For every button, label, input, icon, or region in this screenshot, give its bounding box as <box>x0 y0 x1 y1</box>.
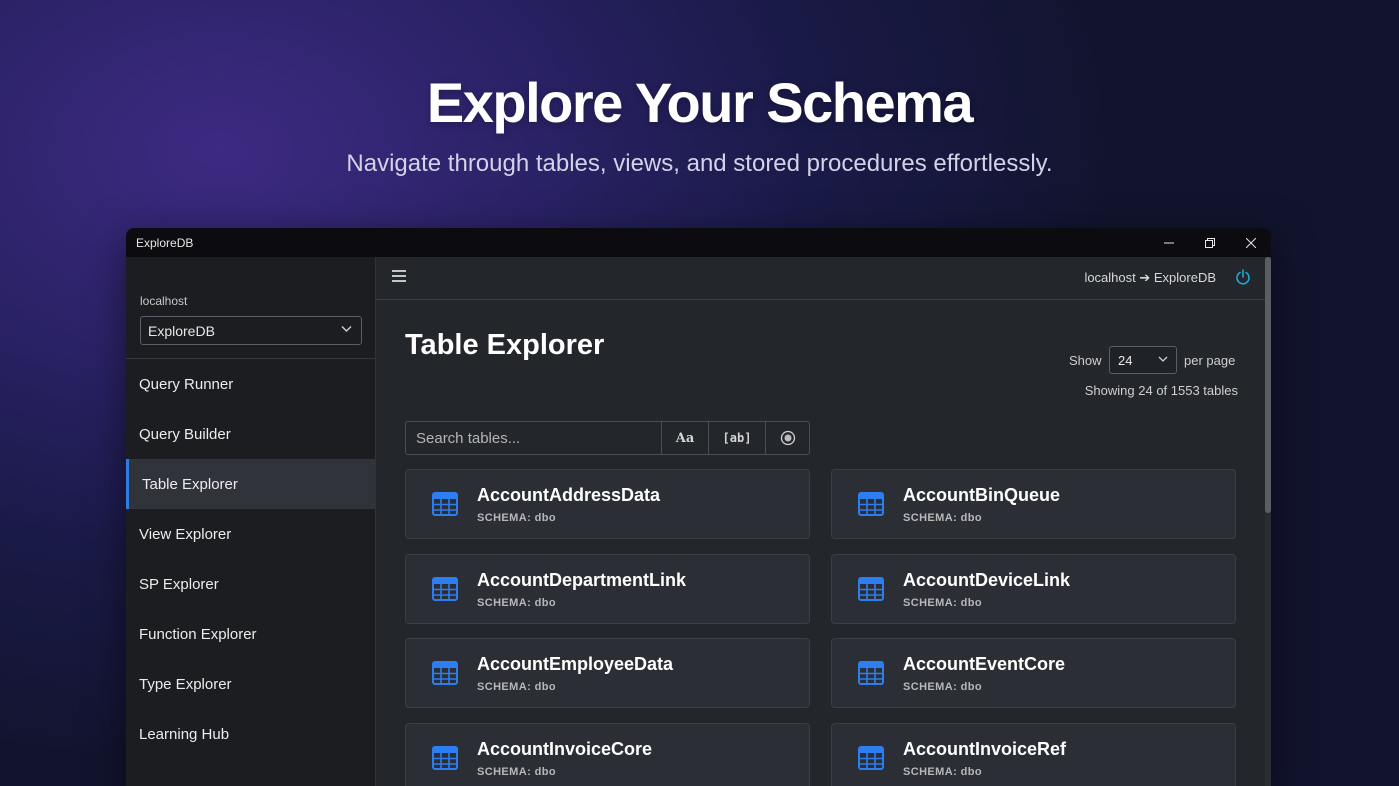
table-icon <box>432 745 458 770</box>
search-input[interactable]: Search tables... <box>406 422 662 454</box>
results-count: Showing 24 of 1553 tables <box>1084 383 1238 398</box>
chevron-down-icon <box>1158 356 1168 362</box>
table-card[interactable]: AccountAddressData SCHEMA: dbo <box>405 469 810 539</box>
table-name: AccountDeviceLink <box>903 569 1071 590</box>
sidebar-nav: Query Runner Query Builder Table Explore… <box>126 359 375 759</box>
database-select[interactable]: ExploreDB <box>140 316 362 345</box>
restore-button[interactable] <box>1189 228 1230 257</box>
window-title: ExploreDB <box>136 235 194 250</box>
hero-title: Explore Your Schema <box>426 71 974 134</box>
minimize-button[interactable] <box>1148 228 1189 257</box>
table-card[interactable]: AccountEventCore SCHEMA: dbo <box>831 638 1236 708</box>
minimize-icon <box>1163 242 1174 243</box>
power-icon[interactable] <box>1235 269 1251 285</box>
sidebar-item-function-explorer[interactable]: Function Explorer <box>126 609 375 659</box>
table-icon <box>858 661 884 685</box>
table-icon <box>858 576 884 601</box>
table-name: AccountInvoiceCore <box>477 738 653 759</box>
whole-word-button[interactable]: [ab] <box>709 422 766 454</box>
table-icon <box>432 661 458 685</box>
connection-label: localhost ➔ ExploreDB <box>1084 270 1216 285</box>
database-select-value: ExploreDB <box>148 322 215 339</box>
sidebar-item-table-explorer[interactable]: Table Explorer <box>126 459 375 509</box>
table-icon <box>858 492 884 516</box>
table-card[interactable]: AccountBinQueue SCHEMA: dbo <box>831 469 1236 539</box>
restore-icon <box>1204 237 1215 248</box>
table-icon <box>432 492 458 516</box>
sidebar: localhost ExploreDB Query Runner Query B… <box>126 257 376 786</box>
sidebar-item-sp-explorer[interactable]: SP Explorer <box>126 559 375 609</box>
table-schema: SCHEMA: dbo <box>477 512 556 524</box>
table-name: AccountBinQueue <box>903 485 1061 505</box>
sidebar-item-learning-hub[interactable]: Learning Hub <box>126 709 375 759</box>
title-bar: ExploreDB <box>126 228 1271 257</box>
target-icon <box>780 430 795 446</box>
per-page-label: per page <box>1184 353 1236 368</box>
table-card[interactable]: AccountInvoiceRef SCHEMA: dbo <box>831 722 1236 786</box>
close-button[interactable] <box>1230 228 1271 257</box>
table-name: AccountInvoiceRef <box>903 738 1067 759</box>
scrollbar-thumb[interactable] <box>1265 257 1271 513</box>
regex-button[interactable] <box>766 422 809 454</box>
table-name: AccountEmployeeData <box>477 654 674 674</box>
per-page-select[interactable]: 24 <box>1109 346 1177 374</box>
table-icon <box>858 745 884 770</box>
page-title: Table Explorer <box>405 329 605 361</box>
sidebar-item-query-builder[interactable]: Query Builder <box>126 409 375 459</box>
search-group: Search tables... Aa [ab] <box>405 421 810 455</box>
table-card[interactable]: AccountDepartmentLink SCHEMA: dbo <box>405 553 810 624</box>
server-label: localhost <box>140 294 188 308</box>
table-schema: SCHEMA: dbo <box>903 512 982 524</box>
main-content: localhost ➔ ExploreDB Table Explorer Sho… <box>376 257 1271 786</box>
show-label: Show <box>1069 353 1102 368</box>
match-case-button[interactable]: Aa <box>662 422 709 454</box>
per-page-value: 24 <box>1118 353 1133 368</box>
table-schema: SCHEMA: dbo <box>903 765 982 778</box>
table-name: AccountAddressData <box>477 485 661 505</box>
table-name: AccountEventCore <box>903 654 1066 674</box>
table-card[interactable]: AccountInvoiceCore SCHEMA: dbo <box>405 722 810 786</box>
sidebar-item-type-explorer[interactable]: Type Explorer <box>126 659 375 709</box>
table-icon <box>432 576 458 601</box>
close-icon <box>1245 237 1256 248</box>
table-schema: SCHEMA: dbo <box>477 681 556 693</box>
chevron-down-icon <box>341 326 352 332</box>
table-schema: SCHEMA: dbo <box>477 596 556 609</box>
table-schema: SCHEMA: dbo <box>477 765 556 778</box>
table-schema: SCHEMA: dbo <box>903 596 982 609</box>
table-card[interactable]: AccountDeviceLink SCHEMA: dbo <box>831 553 1236 624</box>
hero-subtitle: Navigate through tables, views, and stor… <box>346 150 1053 177</box>
menu-icon[interactable] <box>392 270 406 282</box>
sidebar-item-view-explorer[interactable]: View Explorer <box>126 509 375 559</box>
table-schema: SCHEMA: dbo <box>903 681 982 693</box>
app-window: ExploreDB localhost ExploreDB Query Runn… <box>126 228 1271 786</box>
table-name: AccountDepartmentLink <box>477 569 687 590</box>
table-card[interactable]: AccountEmployeeData SCHEMA: dbo <box>405 638 810 708</box>
top-bar: localhost ➔ ExploreDB <box>376 257 1271 300</box>
sidebar-item-query-runner[interactable]: Query Runner <box>126 359 375 409</box>
